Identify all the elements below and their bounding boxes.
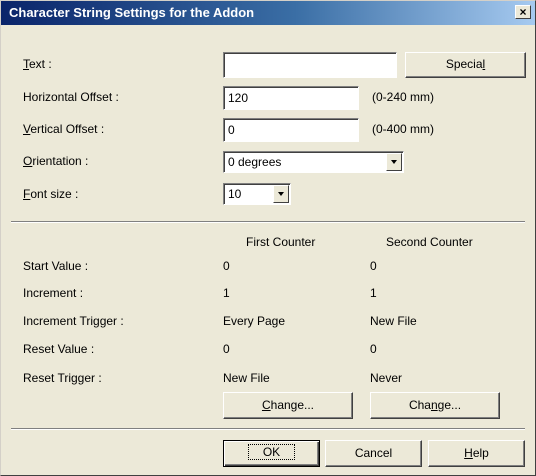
horizontal-offset-label: Horizontal Offset : (23, 90, 119, 104)
first-reset-trigger: New File (223, 371, 270, 385)
settings-dialog: Character String Settings for the Addon … (0, 0, 536, 476)
orientation-dropdown[interactable]: 0 degrees (223, 151, 404, 173)
reset-value-label: Reset Value : (23, 342, 95, 356)
second-counter-change-button[interactable]: Change... (370, 392, 500, 419)
first-increment-trigger: Every Page (223, 314, 286, 328)
start-value-label: Start Value : (23, 259, 89, 273)
second-start-value: 0 (370, 259, 377, 273)
second-increment: 1 (370, 286, 377, 300)
text-label: Text : (23, 57, 52, 71)
chevron-down-icon[interactable] (386, 153, 402, 171)
vertical-range-label: (0-400 mm) (372, 122, 435, 136)
second-reset-value: 0 (370, 342, 377, 356)
text-input[interactable] (223, 52, 397, 78)
first-counter-header: First Counter (246, 235, 316, 249)
first-start-value: 0 (223, 259, 230, 273)
vertical-offset-label: Vertical Offset : (23, 122, 105, 136)
help-button[interactable]: Help (428, 440, 525, 467)
second-reset-trigger: Never (370, 371, 403, 385)
second-counter-header: Second Counter (386, 235, 473, 249)
orientation-label: Orientation : (23, 154, 89, 168)
title-bar: Character String Settings for the Addon … (1, 1, 535, 25)
text-input-field[interactable] (228, 55, 392, 73)
horizontal-offset-input[interactable]: 120 (223, 86, 359, 110)
second-increment-trigger: New File (370, 314, 417, 328)
font-size-label: Font size : (23, 187, 79, 201)
chevron-down-icon[interactable] (273, 185, 289, 203)
horizontal-range-label: (0-240 mm) (372, 90, 435, 104)
first-counter-change-button[interactable]: Change... (223, 392, 353, 419)
ok-button[interactable]: OK (223, 440, 320, 467)
first-reset-value: 0 (223, 342, 230, 356)
vertical-offset-input[interactable]: 0 (223, 118, 359, 142)
font-size-dropdown[interactable]: 10 (223, 183, 291, 205)
cancel-button[interactable]: Cancel (325, 440, 422, 467)
separator (11, 428, 525, 430)
special-button[interactable]: Special (405, 52, 526, 78)
first-increment: 1 (223, 286, 230, 300)
increment-trigger-label: Increment Trigger : (23, 314, 124, 328)
close-button[interactable]: × (515, 5, 531, 19)
dialog-title: Character String Settings for the Addon (9, 5, 255, 20)
font-size-value: 10 (228, 187, 242, 201)
reset-trigger-label: Reset Trigger : (23, 371, 102, 385)
orientation-value: 0 degrees (228, 155, 282, 169)
ok-label: OK (247, 444, 296, 460)
close-icon: × (519, 5, 527, 19)
separator (11, 221, 525, 223)
increment-label: Increment : (23, 286, 84, 300)
